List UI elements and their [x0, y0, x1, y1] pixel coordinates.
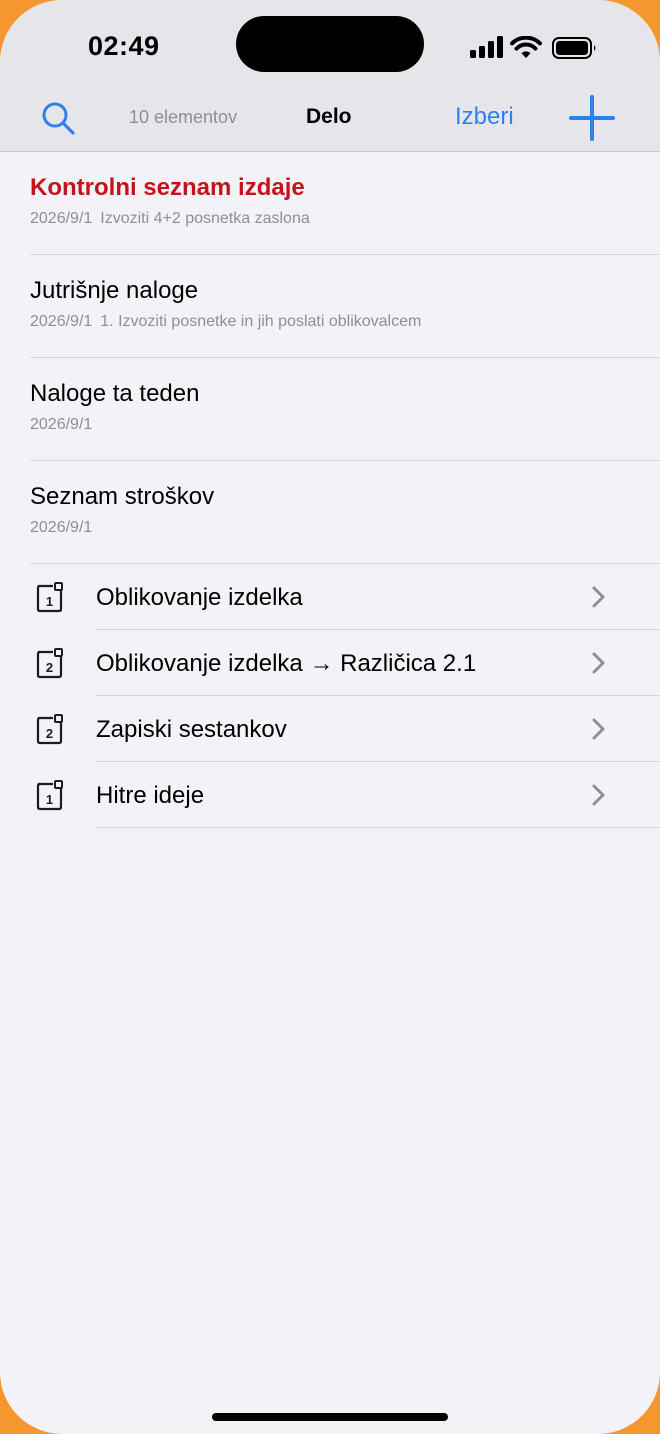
note-row[interactable]: Seznam stroškov 2026/9/1: [0, 461, 660, 564]
select-button[interactable]: Izberi: [455, 103, 514, 131]
note-title: Naloge ta teden: [30, 380, 200, 407]
folder-badge-number: 1: [46, 792, 53, 807]
folder-badge-number: 2: [46, 726, 53, 741]
divider: [96, 827, 660, 828]
folder-row[interactable]: 1 Oblikovanje izdelka: [0, 564, 660, 630]
note-date: 2026/9/1: [30, 210, 93, 227]
note-title: Jutrišnje naloge: [30, 277, 199, 304]
folder-row[interactable]: 2 Oblikovanje izdelka → Različica 2.1: [0, 630, 660, 696]
note-row[interactable]: Kontrolni seznam izdaje 2026/9/1 Izvoziti…: [0, 152, 660, 255]
folder-badge-number: 1: [46, 594, 53, 609]
add-note-button[interactable]: [568, 94, 616, 142]
folder-label: Oblikovanje izdelka: [96, 584, 303, 611]
note-meta: 2026/9/1: [30, 416, 100, 434]
note-date: 2026/9/1: [30, 313, 93, 330]
note-row[interactable]: Naloge ta teden 2026/9/1: [0, 358, 660, 461]
screen: 02:49 10 elementov Delo Izberi Kontrolni…: [0, 0, 660, 1434]
note-row[interactable]: Jutrišnje naloge 2026/9/1 1. Izvoziti pos…: [0, 255, 660, 358]
item-count: 10 elementov: [129, 107, 238, 127]
folder-badge-icon: 1: [36, 582, 63, 613]
wifi-icon: [510, 36, 542, 58]
note-date: 2026/9/1: [30, 416, 93, 433]
note-meta: 2026/9/1 Izvoziti 4+2 posnetka zaslona: [30, 210, 310, 228]
cellular-signal-icon: [470, 36, 503, 58]
folder-label: Zapiski sestankov: [96, 716, 287, 743]
note-meta: 2026/9/1 1. Izvoziti posnetke in jih posl…: [30, 313, 421, 331]
folder-row[interactable]: 1 Hitre ideje: [0, 762, 660, 828]
folder-label: Hitre ideje: [96, 782, 205, 809]
note-list: Kontrolni seznam izdaje 2026/9/1 Izvoziti…: [0, 152, 660, 828]
home-indicator[interactable]: [212, 1413, 448, 1421]
folder-badge-icon: 2: [36, 648, 63, 679]
chevron-right-icon: [592, 652, 605, 674]
folder-badge-number: 2: [46, 660, 53, 675]
battery-icon: [552, 37, 596, 59]
folder-label: Oblikovanje izdelka → Različica 2.1: [96, 650, 477, 677]
chevron-right-icon: [592, 718, 605, 740]
device-frame: 02:49 10 elementov Delo Izberi Kontrolni…: [0, 0, 660, 1434]
folder-badge-icon: 2: [36, 714, 63, 745]
note-meta: 2026/9/1: [30, 519, 100, 537]
chevron-right-icon: [592, 784, 605, 806]
folder-badge-icon: 1: [36, 780, 63, 811]
note-title: Kontrolni seznam izdaje: [30, 174, 305, 201]
page-title: Delo: [306, 105, 352, 128]
top-bar: 02:49 10 elementov Delo Izberi: [0, 0, 660, 152]
note-snippet: Izvoziti 4+2 posnetka zaslona: [100, 210, 310, 227]
chevron-right-icon: [592, 586, 605, 608]
search-icon[interactable]: [40, 100, 76, 136]
note-title: Seznam stroškov: [30, 483, 215, 510]
note-date: 2026/9/1: [30, 519, 93, 536]
note-snippet: 1. Izvoziti posnetke in jih poslati obli…: [100, 313, 422, 330]
status-time: 02:49: [88, 31, 160, 61]
dynamic-island: [236, 16, 424, 72]
folder-row[interactable]: 2 Zapiski sestankov: [0, 696, 660, 762]
